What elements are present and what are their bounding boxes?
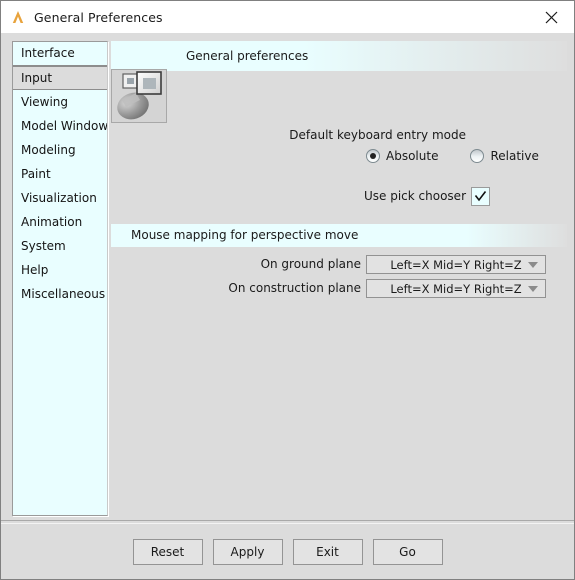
- pick-chooser-row: Use pick chooser: [111, 189, 466, 203]
- radio-absolute[interactable]: Absolute: [366, 149, 438, 163]
- panel-title: General preferences: [186, 49, 309, 63]
- radio-absolute-label: Absolute: [386, 149, 439, 163]
- preferences-content: Default keyboard entry mode Absolute Rel…: [111, 71, 567, 579]
- radio-absolute-indicator[interactable]: [366, 149, 380, 163]
- category-sidebar: Interface Input Viewing Model Windows Mo…: [12, 41, 108, 516]
- panel-header-band: General preferences: [111, 41, 567, 71]
- construction-plane-label: On construction plane: [228, 281, 361, 295]
- autodesk-a-icon: [10, 9, 26, 25]
- sidebar-item-viewing[interactable]: Viewing: [13, 90, 107, 114]
- go-button[interactable]: Go: [372, 538, 443, 565]
- construction-plane-value: Left=X Mid=Y Right=Z: [390, 281, 522, 296]
- ground-plane-value: Left=X Mid=Y Right=Z: [390, 257, 522, 272]
- construction-plane-row: On construction plane: [111, 281, 361, 295]
- construction-plane-select[interactable]: Left=X Mid=Y Right=Z: [366, 279, 546, 298]
- pick-chooser-label: Use pick chooser: [364, 189, 466, 203]
- reset-button[interactable]: Reset: [132, 538, 203, 565]
- ground-plane-select-wrap: Left=X Mid=Y Right=Z: [366, 255, 546, 274]
- sidebar-item-interface[interactable]: Interface: [13, 42, 107, 66]
- keyboard-entry-radio-group: Absolute Relative: [366, 149, 571, 163]
- mouse-mapping-band: Mouse mapping for perspective move: [111, 224, 567, 247]
- window-title: General Preferences: [34, 9, 163, 25]
- radio-relative-indicator[interactable]: [470, 149, 485, 163]
- keyboard-entry-label: Default keyboard entry mode: [289, 128, 466, 142]
- keyboard-entry-row: Default keyboard entry mode: [111, 128, 466, 142]
- sidebar-item-input[interactable]: Input: [13, 66, 107, 90]
- sidebar-item-help[interactable]: Help: [13, 258, 107, 282]
- close-icon[interactable]: [528, 1, 574, 33]
- sidebar-item-visualization[interactable]: Visualization: [13, 186, 107, 210]
- chevron-down-icon[interactable]: [528, 285, 538, 292]
- checkmark-icon: [474, 191, 487, 202]
- pick-chooser-checkbox[interactable]: [471, 187, 490, 206]
- pick-chooser-checkbox-wrap: [471, 187, 490, 206]
- radio-relative[interactable]: Relative: [470, 149, 539, 163]
- chevron-down-icon[interactable]: [528, 261, 538, 268]
- apply-button[interactable]: Apply: [212, 538, 283, 565]
- dialog-body: Interface Input Viewing Model Windows Mo…: [1, 34, 574, 579]
- sidebar-item-system[interactable]: System: [13, 234, 107, 258]
- sidebar-item-model-windows[interactable]: Model Windows: [13, 114, 107, 138]
- exit-button[interactable]: Exit: [292, 538, 363, 565]
- ground-plane-label: On ground plane: [260, 257, 361, 271]
- ground-plane-row: On ground plane: [111, 257, 361, 271]
- construction-plane-select-wrap: Left=X Mid=Y Right=Z: [366, 279, 546, 298]
- sidebar-item-paint[interactable]: Paint: [13, 162, 107, 186]
- title-bar: General Preferences: [1, 1, 574, 34]
- general-preferences-window: General Preferences Interface Input View…: [0, 0, 575, 580]
- footer-button-bar: Reset Apply Exit Go: [1, 524, 574, 579]
- radio-relative-label: Relative: [490, 149, 539, 163]
- sidebar-item-modeling[interactable]: Modeling: [13, 138, 107, 162]
- mouse-mapping-title: Mouse mapping for perspective move: [131, 228, 359, 242]
- ground-plane-select[interactable]: Left=X Mid=Y Right=Z: [366, 255, 546, 274]
- sidebar-item-animation[interactable]: Animation: [13, 210, 107, 234]
- sidebar-item-miscellaneous[interactable]: Miscellaneous: [13, 282, 107, 306]
